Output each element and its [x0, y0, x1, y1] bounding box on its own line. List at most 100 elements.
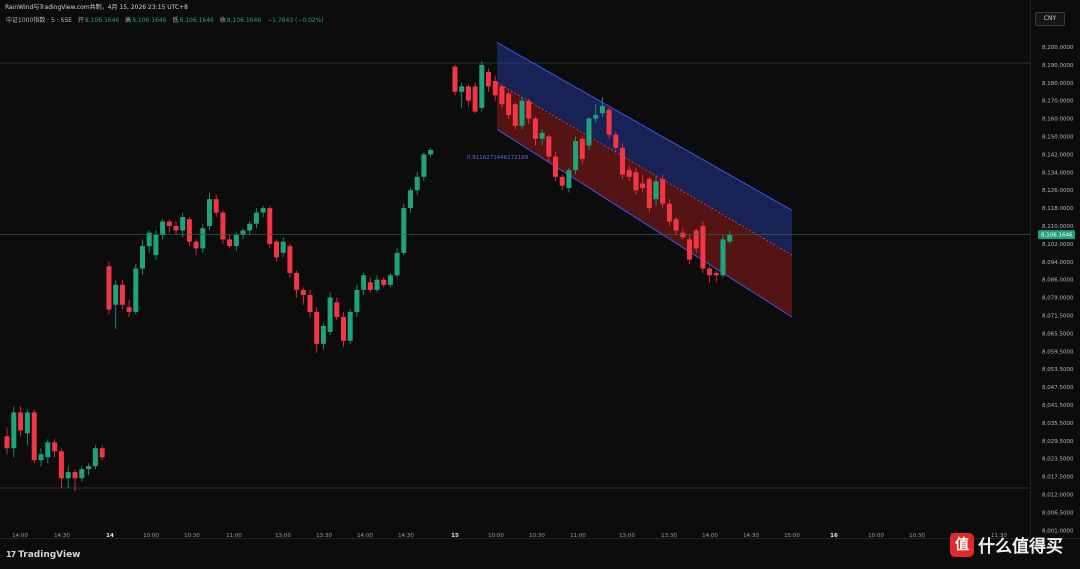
candle-body: [347, 311, 353, 341]
y-tick-label: 8,142.0000: [1042, 152, 1074, 158]
y-tick-label: 8,200.0000: [1042, 45, 1074, 51]
candle-body: [586, 118, 592, 146]
candle-body: [65, 472, 71, 479]
channel-pearson-label: 0.9116271446172169: [467, 155, 529, 161]
candle-body: [707, 268, 713, 276]
y-tick-label: 8,059.5000: [1042, 349, 1074, 355]
watermark-text: 什么值得买: [978, 537, 1063, 557]
candle-body: [86, 466, 92, 470]
candle-body: [233, 234, 239, 247]
tradingview-logo[interactable]: 17 TradingView: [6, 550, 81, 560]
candle-body: [200, 228, 206, 249]
candle-body: [519, 100, 525, 126]
candle-body: [452, 66, 458, 92]
candle-body: [92, 448, 98, 467]
candle-body: [387, 275, 393, 285]
candle-body: [653, 181, 659, 200]
candle-body: [119, 284, 125, 305]
candle-body: [613, 134, 619, 148]
smzdm-logo-icon: 值: [950, 533, 974, 557]
y-tick-label: 8,047.5000: [1042, 385, 1074, 391]
y-tick-label: 8,086.0000: [1042, 278, 1074, 284]
y-tick-label: 8,118.0000: [1042, 206, 1074, 212]
candle-body: [633, 172, 639, 191]
candle-body: [240, 230, 246, 235]
candle-body: [414, 176, 420, 191]
candle-body: [320, 325, 326, 344]
candle-body: [193, 241, 199, 249]
candle-body: [106, 266, 112, 310]
candle-body: [38, 454, 44, 461]
candle-body: [559, 176, 565, 186]
y-tick-label: 8,065.5000: [1042, 331, 1074, 337]
candle-body: [45, 442, 51, 458]
y-tick-label: 8,029.5000: [1042, 439, 1074, 445]
candle-body: [499, 86, 505, 105]
candle-body: [314, 311, 320, 344]
candle-body: [506, 93, 512, 116]
candle-body: [700, 226, 706, 269]
y-tick-label: 8,041.5000: [1042, 403, 1074, 409]
y-tick-label: 8,012.0000: [1042, 493, 1074, 499]
y-tick-label: 8,079.0000: [1042, 296, 1074, 302]
candle-body: [307, 295, 313, 312]
candle-body: [186, 219, 192, 242]
candle-body: [267, 208, 273, 244]
candle-body: [673, 219, 679, 231]
candle-body: [680, 232, 686, 238]
candle-body: [408, 190, 413, 209]
candle-body: [24, 412, 30, 434]
candle-body: [58, 451, 64, 479]
candle-body: [166, 221, 172, 226]
candle-body: [713, 272, 719, 276]
y-tick-label: 8,134.0000: [1042, 170, 1074, 176]
tradingview-mark-icon: 17: [6, 550, 16, 559]
candle-body: [492, 81, 498, 96]
candle-body: [327, 297, 333, 332]
candle-body: [247, 223, 253, 231]
candle-body: [593, 115, 599, 119]
candle-body: [626, 170, 632, 177]
y-tick-label: 8,035.5000: [1042, 421, 1074, 427]
candle-body: [287, 246, 293, 273]
candle-body: [173, 226, 179, 231]
candle-body: [573, 140, 579, 171]
candle-body: [646, 179, 652, 209]
chart-canvas[interactable]: 0.9116271446172169 8,200.00008,190.00008…: [0, 0, 1080, 538]
y-tick-label: 8,006.5000: [1042, 510, 1074, 516]
y-tick-label: 8,102.0000: [1042, 242, 1074, 248]
candle-body: [133, 268, 139, 312]
candle-body: [401, 208, 407, 253]
candle-body: [566, 170, 572, 188]
candle-body: [18, 412, 24, 431]
y-tick-label: 8,094.0000: [1042, 260, 1074, 266]
y-tick-label: 8,071.5000: [1042, 314, 1074, 320]
candle-body: [220, 212, 226, 240]
candle-body: [341, 316, 346, 341]
candle-body: [207, 199, 212, 226]
candle-body: [512, 104, 518, 126]
candle-body: [720, 239, 726, 276]
candle-body: [687, 239, 692, 260]
candle-body: [666, 203, 672, 222]
candle-body: [526, 100, 532, 119]
candle-body: [599, 106, 605, 114]
candle-body: [660, 179, 666, 204]
candle-body: [553, 156, 558, 177]
y-tick-label: 8,150.0000: [1042, 135, 1074, 141]
candle-body: [727, 234, 733, 242]
y-tick-label: 8,110.0000: [1042, 224, 1074, 230]
candle-body: [31, 412, 37, 461]
candle-body: [620, 147, 625, 175]
candle-body: [539, 132, 545, 139]
candle-body: [113, 284, 119, 305]
candle-body: [640, 183, 646, 188]
candle-body: [421, 154, 427, 177]
candle-body: [606, 109, 612, 135]
candle-body: [153, 234, 159, 256]
last-price-label: 8,106.1646: [1041, 233, 1073, 239]
candle-body: [180, 217, 186, 231]
candle-body: [579, 138, 585, 159]
candle-body: [72, 472, 78, 479]
candle-body: [361, 275, 367, 290]
